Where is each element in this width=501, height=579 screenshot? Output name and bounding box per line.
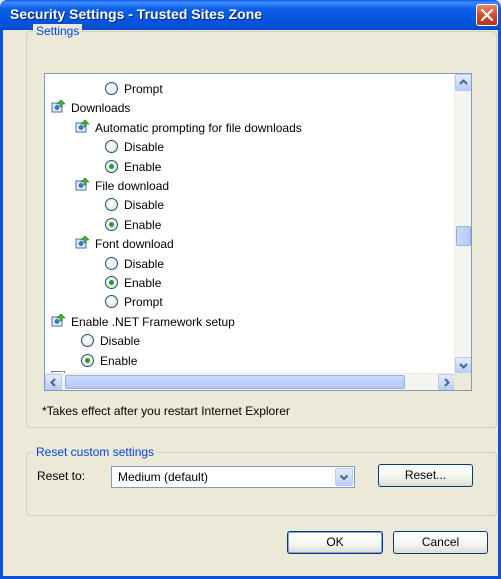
radio-unchecked[interactable] xyxy=(105,256,118,270)
setting-label: Font download xyxy=(95,237,174,252)
reset-level-dropdown-button[interactable] xyxy=(335,468,353,486)
radio-checked[interactable] xyxy=(105,159,118,173)
setting-label: Enable .NET Framework setup xyxy=(71,314,235,329)
horizontal-scrollbar[interactable] xyxy=(45,373,455,390)
setting-option[interactable]: Enable xyxy=(81,352,137,371)
reset-button[interactable]: Reset... xyxy=(378,464,473,487)
gear-icon xyxy=(51,99,67,115)
setting-label: Downloads xyxy=(71,101,131,116)
vertical-scrollbar[interactable] xyxy=(454,74,471,374)
gear-icon xyxy=(75,119,91,135)
setting-category: Downloads xyxy=(51,99,130,118)
radio-unchecked[interactable] xyxy=(105,82,118,95)
setting-category: Enable .NET Framework setup xyxy=(51,313,235,332)
setting-option[interactable]: Disable xyxy=(105,255,164,274)
setting-option[interactable]: Disable xyxy=(105,196,164,215)
radio-unchecked[interactable] xyxy=(105,198,118,212)
setting-label: Disable xyxy=(124,256,165,271)
setting-option[interactable]: Disable xyxy=(105,138,164,157)
setting-category: Automatic prompting for file downloads xyxy=(75,119,302,138)
radio-unchecked[interactable] xyxy=(81,334,94,348)
gear-icon xyxy=(51,313,67,329)
setting-label: Enable xyxy=(124,159,162,174)
setting-category: Font download xyxy=(75,235,174,254)
reset-group-label: Reset custom settings xyxy=(33,445,158,459)
setting-category: File download xyxy=(75,177,169,196)
radio-unchecked[interactable] xyxy=(105,295,118,309)
setting-option[interactable]: Enable xyxy=(105,216,161,235)
radio-checked[interactable] xyxy=(105,276,118,289)
close-button[interactable] xyxy=(476,4,498,26)
scroll-up-button[interactable] xyxy=(455,74,471,91)
radio-unchecked[interactable] xyxy=(105,140,118,154)
security-settings-dialog: Security Settings - Trusted Sites Zone S… xyxy=(0,0,501,579)
setting-label: Prompt xyxy=(124,82,163,96)
settings-tree-content: Prompt Downloads Automatic prompting for f… xyxy=(45,74,445,374)
chevron-down-icon xyxy=(339,474,349,481)
vertical-scroll-thumb[interactable] xyxy=(456,226,471,247)
restart-footnote: *Takes effect after you restart Internet… xyxy=(42,404,290,418)
chevron-up-icon xyxy=(459,79,468,85)
setting-option[interactable]: Prompt xyxy=(105,293,163,312)
chevron-down-icon xyxy=(459,363,468,369)
window-title: Security Settings - Trusted Sites Zone xyxy=(10,6,263,22)
radio-checked[interactable] xyxy=(105,217,118,231)
gear-icon xyxy=(75,177,91,193)
setting-option[interactable]: Enable xyxy=(105,274,161,293)
setting-option[interactable]: Enable xyxy=(105,158,161,177)
settings-group-label: Settings xyxy=(33,24,83,38)
setting-label: Disable xyxy=(100,334,141,349)
setting-label: Disable xyxy=(124,140,165,155)
gear-icon xyxy=(75,235,91,251)
setting-label: Enable xyxy=(100,353,138,368)
scroll-down-button[interactable] xyxy=(455,357,471,374)
ok-button[interactable]: OK xyxy=(287,531,383,554)
cancel-button[interactable]: Cancel xyxy=(393,531,488,554)
radio-checked[interactable] xyxy=(81,353,94,367)
scroll-right-button[interactable] xyxy=(438,374,455,390)
setting-option[interactable]: Disable xyxy=(81,332,140,351)
setting-option[interactable]: Prompt xyxy=(105,80,163,99)
setting-label: Enable xyxy=(124,217,162,232)
chevron-right-icon xyxy=(444,378,450,387)
reset-level-value: Medium (default) xyxy=(118,470,209,484)
scroll-left-button[interactable] xyxy=(45,374,62,390)
reset-level-select[interactable]: Medium (default) xyxy=(111,466,355,488)
setting-label: Disable xyxy=(124,198,165,213)
setting-label: Automatic prompting for file downloads xyxy=(95,120,302,135)
reset-to-label: Reset to: xyxy=(37,469,86,483)
close-icon xyxy=(481,9,493,21)
setting-label: Prompt xyxy=(124,295,163,310)
settings-tree[interactable]: Prompt Downloads Automatic prompting for f… xyxy=(44,73,472,391)
scrollbar-corner xyxy=(454,373,471,390)
setting-label: Enable xyxy=(124,276,162,290)
horizontal-scroll-thumb[interactable] xyxy=(65,375,405,389)
chevron-left-icon xyxy=(50,378,56,387)
setting-label: File download xyxy=(95,179,170,193)
